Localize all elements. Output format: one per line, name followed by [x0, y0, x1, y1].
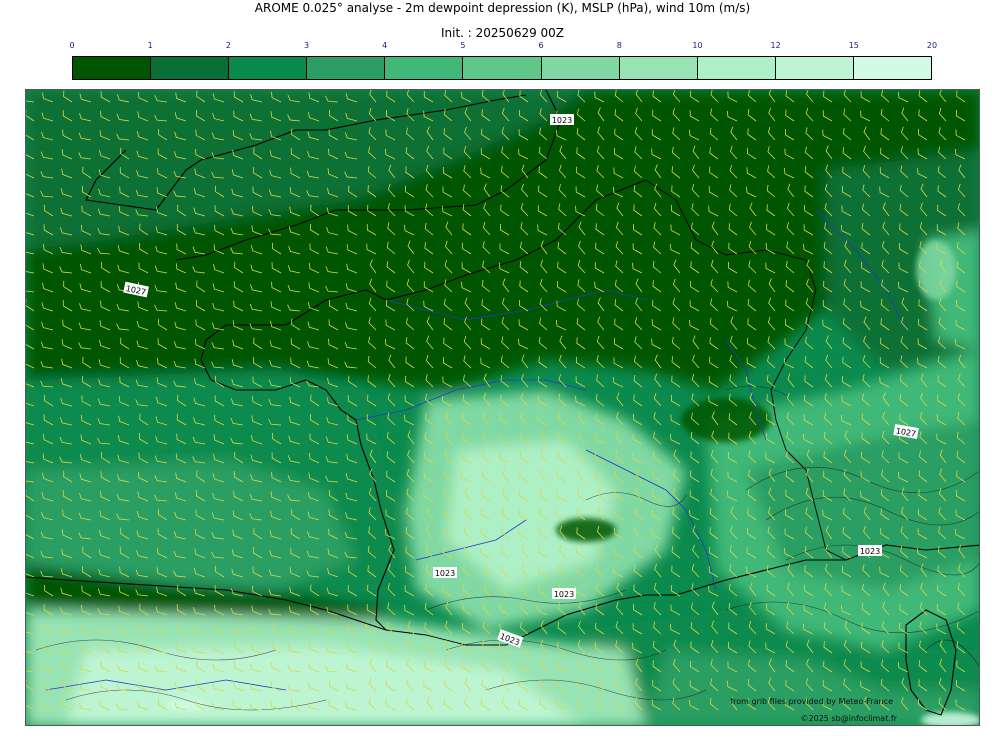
isobar-label: 1023 [435, 569, 455, 578]
colorbar-tick-label: 12 [770, 41, 781, 50]
colorbar-segment [697, 57, 776, 79]
colorbar-tick-label: 2 [225, 41, 231, 50]
colorbar-segment [619, 57, 698, 79]
data-source-credit: from grib files provided by Meteo-France [730, 697, 893, 706]
colorbar-segment [73, 57, 152, 79]
isobar-label: 1023 [554, 590, 574, 599]
colorbar-segment [385, 57, 464, 79]
colorbar-tick-label: 8 [616, 41, 622, 50]
isobar-label: 1023 [552, 116, 572, 125]
colorbar-segment [307, 57, 386, 79]
colorbar-tick-label: 20 [926, 41, 938, 50]
colorbar-segment [151, 57, 230, 79]
colorbar-segment [463, 57, 542, 79]
colorbar-tick-label: 6 [538, 41, 544, 50]
colorbar-segment [541, 57, 620, 79]
colorbar-tick-label: 1 [147, 41, 153, 50]
colorbar-tick-label: 0 [69, 41, 75, 50]
colorbar-tick-label: 15 [848, 41, 859, 50]
colorbar [72, 56, 932, 80]
init-time-subtitle: Init. : 20250629 00Z [440, 26, 565, 40]
isobar-label: 1023 [860, 547, 880, 556]
copyright-credit: ©2025 sb@infoclimat.fr [800, 714, 897, 723]
weather-map: 1023 1027 1027 1023 1023 1023 1023 [25, 89, 980, 726]
colorbar-ticks: 0 1 2 3 4 5 6 8 10 12 15 20 [69, 41, 937, 53]
colorbar-tick-label: 10 [692, 41, 703, 50]
colorbar-segment [853, 57, 932, 79]
colorbar-segment [775, 57, 854, 79]
colorbar-tick-label: 3 [303, 41, 310, 50]
colorbar-tick-label: 5 [460, 41, 466, 50]
colorbar-tick-label: 4 [382, 41, 388, 50]
colorbar-segment [229, 57, 308, 79]
chart-title: AROME 0.025° analyse - 2m dewpoint depre… [254, 1, 751, 15]
